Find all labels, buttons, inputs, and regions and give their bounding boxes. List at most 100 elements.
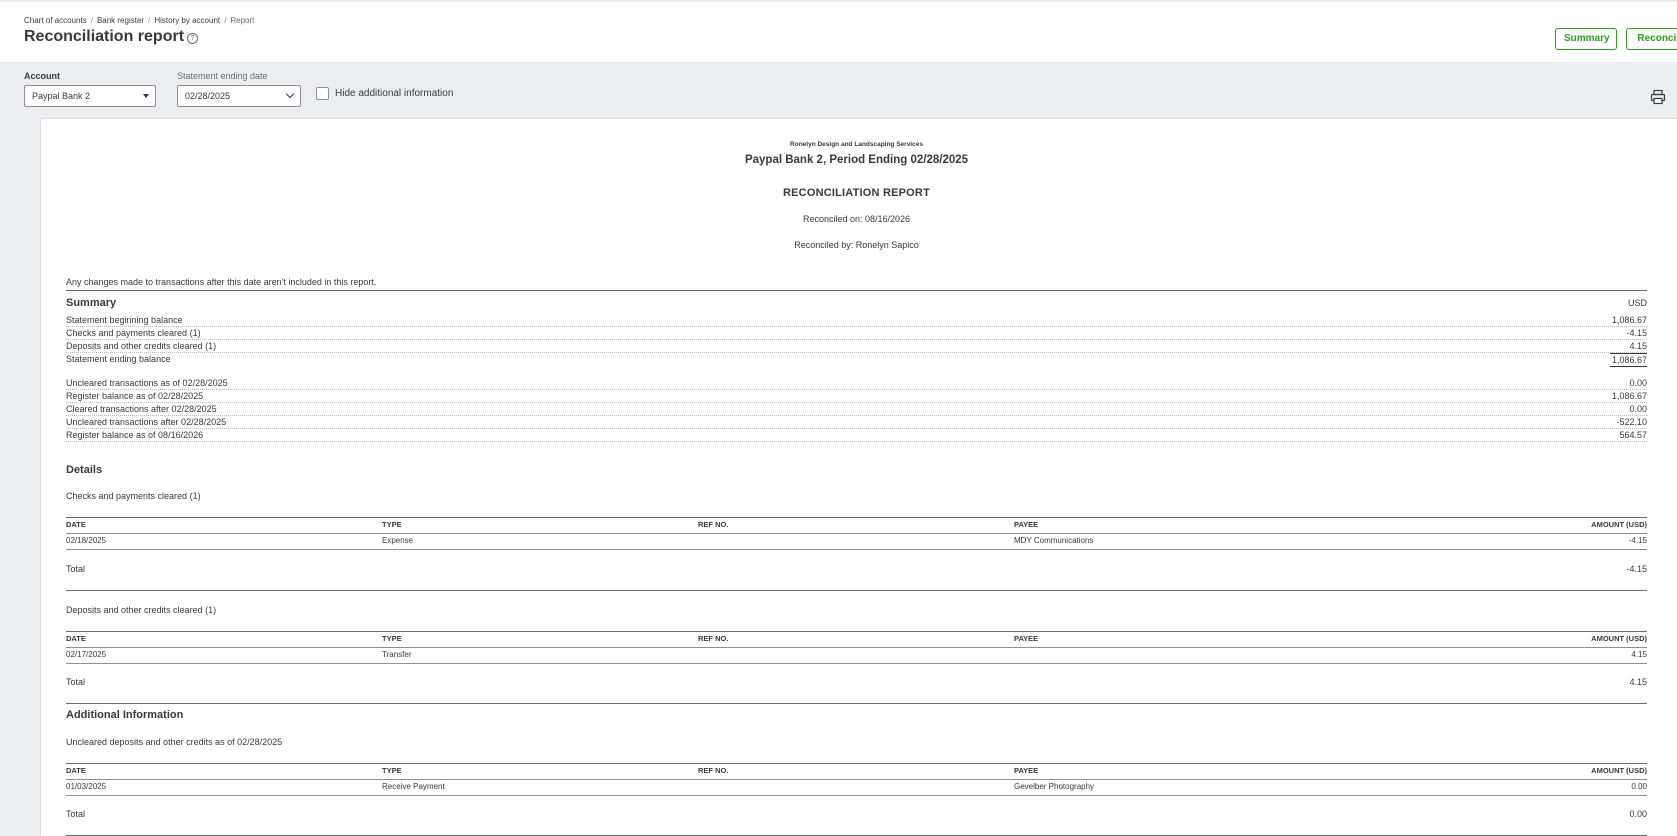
breadcrumb-separator: / [224,16,227,25]
summary-row-value: 1,086.67 [1611,391,1647,401]
row-type[interactable]: Receive Payment [382,782,445,791]
divider [66,703,1647,704]
divider [66,663,1647,664]
summary-row: Uncleared transactions after 02/28/2025 … [66,416,1647,429]
caret-down-icon [143,94,149,98]
account-label: Account [24,71,60,81]
column-header-ref: REF NO. [698,520,729,529]
reconcile-button[interactable]: Reconcile [1626,28,1677,50]
summary-row-value: -522.10 [1616,417,1647,427]
column-header-date: DATE [66,520,86,529]
summary-row-value: 4.15 [1629,341,1647,351]
summary-row: Uncleared transactions as of 02/28/2025 … [66,377,1647,390]
row-type[interactable]: Transfer [382,650,412,659]
breadcrumb-history-by-account[interactable]: History by account [154,16,220,25]
column-header-payee: PAYEE [1014,520,1039,529]
summary-row-value: 0.00 [1629,404,1647,414]
summary-button[interactable]: Summary [1555,28,1617,50]
summary-row-value: -4.15 [1626,328,1647,338]
account-select[interactable]: Paypal Bank 2 [24,85,156,107]
summary-row: Checks and payments cleared (1) -4.15 [66,327,1647,340]
total-value: 0.00 [1629,809,1647,819]
summary-row-label: Uncleared transactions as of 02/28/2025 [66,378,228,388]
summary-row: Cleared transactions after 02/28/2025 0.… [66,403,1647,416]
breadcrumb-separator: / [90,16,93,25]
divider [66,549,1647,550]
column-header-amount: AMOUNT (USD) [1591,634,1647,643]
divider [66,290,1647,291]
column-header-ref: REF NO. [698,766,729,775]
row-type[interactable]: Expense [382,536,413,545]
column-header-type: TYPE [382,634,402,643]
statement-date-value: 02/28/2025 [185,91,231,101]
breadcrumb-bank-register[interactable]: Bank register [97,16,144,25]
hide-additional-info-checkbox[interactable] [316,87,329,100]
column-header-type: TYPE [382,520,402,529]
page-header: Chart of accounts / Bank register / History … [0,2,1677,62]
checks-section-title: Checks and payments cleared (1) [66,491,201,501]
summary-row-value: 1,086.67 [1609,353,1647,367]
report-title: RECONCILIATION REPORT [783,187,930,199]
breadcrumb-chart-of-accounts[interactable]: Chart of accounts [24,16,87,25]
summary-row-label: Cleared transactions after 02/28/2025 [66,404,217,414]
currency-label: USD [1627,298,1647,308]
breadcrumb-current: Report [230,16,255,25]
summary-row-value: 1,086.67 [1611,315,1647,325]
total-label: Total [66,809,86,819]
hide-additional-info-label[interactable]: Hide additional information [335,88,453,99]
divider [66,779,1647,780]
reconciled-by: Reconciled by: Ronelyn Sapico [794,240,919,250]
column-header-payee: PAYEE [1014,634,1039,643]
deposits-section-title: Deposits and other credits cleared (1) [66,605,217,615]
summary-row-label: Register balance as of 08/16/2026 [66,430,204,440]
row-date: 02/17/2025 [66,650,107,659]
summary-row: Register balance as of 02/28/2025 1,086.… [66,390,1647,403]
summary-row-label: Checks and payments cleared (1) [66,328,201,338]
summary-row-label: Register balance as of 02/28/2025 [66,391,204,401]
total-value: -4.15 [1626,564,1647,574]
printer-icon[interactable] [1650,89,1666,105]
summary-row-label: Statement beginning balance [66,315,183,325]
column-header-date: DATE [66,634,86,643]
row-amount: 0.00 [1631,782,1647,791]
row-payee: MDY Communications [1014,536,1094,545]
divider [66,763,1647,764]
summary-row: Register balance as of 08/16/2026 564.57 [66,429,1647,442]
statement-date-label: Statement ending date [177,71,268,81]
page-title: Reconciliation report [24,28,185,45]
summary-row-value: 0.00 [1629,378,1647,388]
total-value: 4.15 [1629,677,1647,687]
row-amount: -4.15 [1628,536,1647,545]
report-subtitle: Paypal Bank 2, Period Ending 02/28/2025 [744,154,969,166]
divider [66,517,1647,518]
summary-row: Deposits and other credits cleared (1) 4… [66,340,1647,353]
summary-row-value: 564.57 [1619,430,1647,440]
divider [66,631,1647,632]
row-amount: 4.15 [1631,650,1647,659]
row-date: 02/18/2025 [66,536,107,545]
summary-row-label: Statement ending balance [66,354,171,364]
additional-info-heading: Additional Information [66,709,184,721]
chevron-down-icon [285,89,295,99]
reconciled-on: Reconciled on: 08/16/2026 [802,214,911,224]
report-paper: Ronelyn Design and Landscaping Services … [40,118,1677,836]
summary-row-label: Deposits and other credits cleared (1) [66,341,217,351]
total-label: Total [66,677,86,687]
column-header-type: TYPE [382,766,402,775]
breadcrumb-separator: / [148,16,151,25]
summary-heading: Summary [66,297,117,309]
divider [66,590,1647,591]
summary-row-label: Uncleared transactions after 02/28/2025 [66,417,227,427]
company-name: Ronelyn Design and Landscaping Services [790,141,923,148]
summary-row: Statement ending balance 1,086.67 [66,353,1647,367]
statement-date-select[interactable]: 02/28/2025 [177,85,301,107]
report-note: Any changes made to transactions after t… [66,277,377,287]
column-header-date: DATE [66,766,86,775]
divider [66,647,1647,648]
column-header-amount: AMOUNT (USD) [1591,766,1647,775]
row-payee: Gevelber Photography [1014,782,1095,791]
summary-row: Statement beginning balance 1,086.67 [66,314,1647,327]
help-circle-icon[interactable]: ? [187,33,198,44]
uncleared-section-title: Uncleared deposits and other credits as … [66,737,283,747]
details-heading: Details [66,464,103,476]
